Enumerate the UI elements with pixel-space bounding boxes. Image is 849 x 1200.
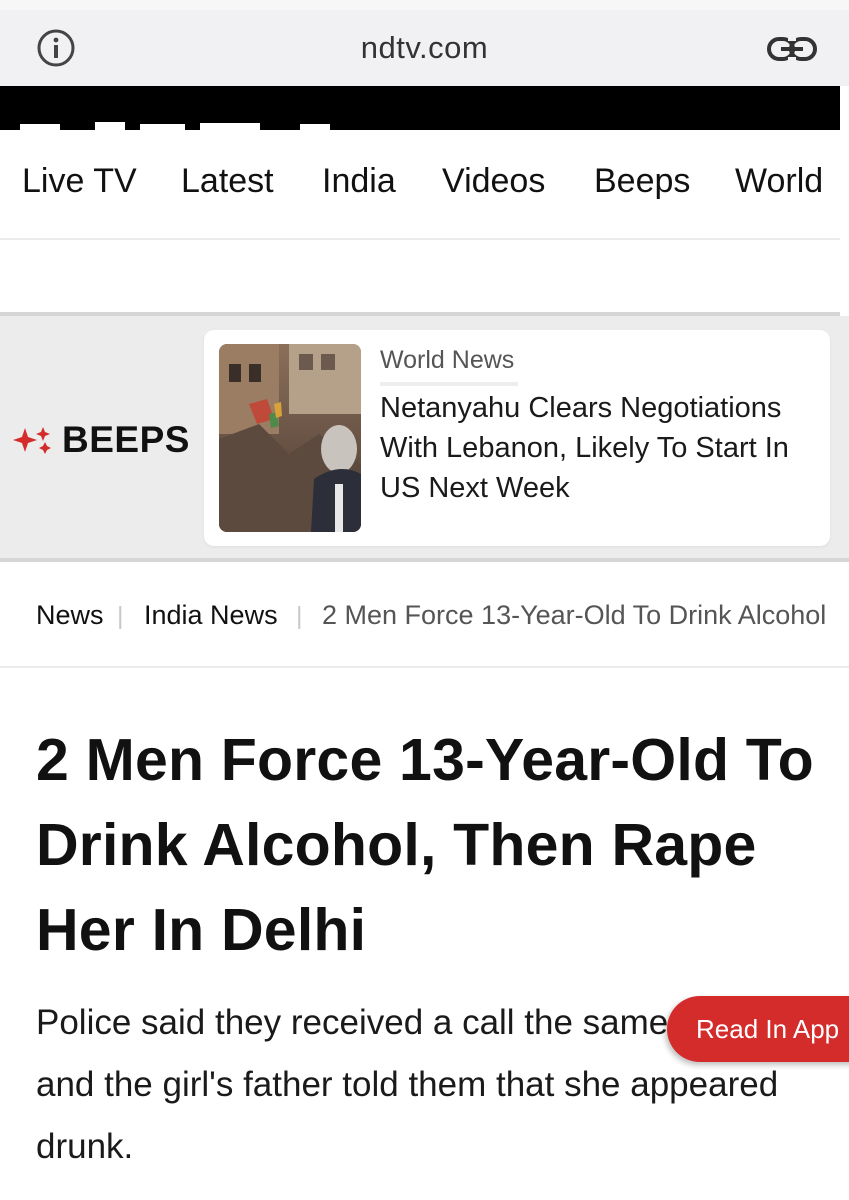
breadcrumb-separator: |: [117, 602, 124, 630]
story-thumbnail[interactable]: [219, 344, 361, 532]
nav-item-beeps[interactable]: Beeps: [594, 162, 690, 201]
article-title: 2 Men Force 13-Year-Old To Drink Alcohol…: [36, 727, 814, 963]
link-icon[interactable]: [764, 34, 820, 64]
nav-item-world[interactable]: World: [735, 162, 823, 201]
url-text[interactable]: ndtv.com: [0, 30, 849, 66]
site-logo-banner[interactable]: [0, 86, 840, 130]
category-underline: [380, 382, 518, 386]
sparkle-icon: [13, 427, 51, 454]
beeps-label: BEEPS: [62, 419, 190, 460]
nav-item-latest[interactable]: Latest: [181, 162, 274, 201]
breadcrumb-india-news[interactable]: India News: [144, 600, 278, 631]
nav-item-india[interactable]: India: [322, 162, 396, 201]
story-headline[interactable]: Netanyahu Clears Negotiations With Leban…: [380, 388, 820, 508]
read-in-app-button[interactable]: Read In App: [667, 996, 849, 1062]
breadcrumb-separator: |: [296, 602, 303, 630]
ad-placeholder: [0, 240, 840, 316]
breadcrumb-news[interactable]: News: [36, 600, 104, 631]
beeps-logo[interactable]: BEEPS: [12, 418, 190, 462]
breadcrumb-current: 2 Men Force 13-Year-Old To Drink Alcohol: [322, 600, 827, 630]
nav-item-videos[interactable]: Videos: [442, 162, 545, 201]
nav-item-live-tv[interactable]: Live TV: [22, 162, 137, 201]
story-category[interactable]: World News: [380, 346, 514, 375]
